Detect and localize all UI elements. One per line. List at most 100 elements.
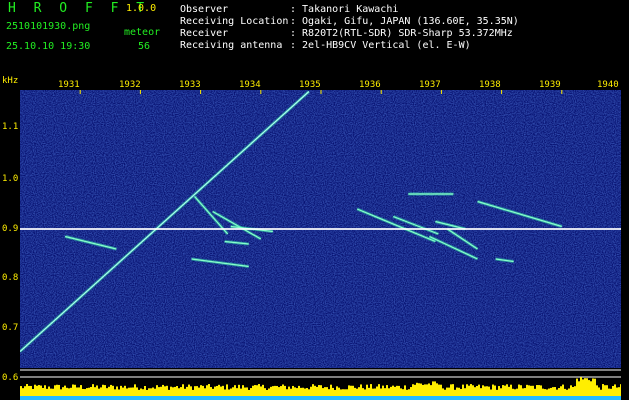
- power-bar: [562, 384, 564, 396]
- power-bar: [516, 388, 518, 396]
- time-tick-1937: 1937: [419, 80, 441, 90]
- power-bar: [160, 386, 162, 396]
- power-bar: [40, 385, 42, 396]
- power-bar: [466, 384, 468, 396]
- power-bar: [170, 386, 172, 396]
- power-bar: [256, 385, 258, 396]
- power-bar: [524, 388, 526, 396]
- power-bar: [204, 388, 206, 396]
- power-bar: [130, 387, 132, 396]
- observer-value: : Takanori Kawachi: [290, 4, 399, 15]
- power-bar: [302, 387, 304, 396]
- power-bar: [580, 377, 582, 396]
- power-bar: [490, 389, 492, 396]
- power-bar: [392, 385, 394, 396]
- power-bar: [96, 385, 98, 396]
- power-bar: [142, 389, 144, 396]
- power-bar: [386, 385, 388, 396]
- power-bar: [440, 384, 442, 396]
- power-bar: [434, 381, 436, 396]
- power-bar: [50, 388, 52, 396]
- power-bar: [546, 389, 548, 396]
- power-bar: [294, 387, 296, 396]
- power-bar: [582, 379, 584, 396]
- power-bar: [530, 385, 532, 396]
- power-bar: [620, 384, 621, 396]
- power-bar: [44, 385, 46, 396]
- power-bar: [214, 386, 216, 396]
- power-bar: [64, 385, 66, 396]
- power-bar: [84, 389, 86, 396]
- power-bar: [338, 387, 340, 396]
- power-bar: [446, 387, 448, 396]
- power-bar: [76, 387, 78, 396]
- power-bar: [350, 385, 352, 396]
- power-bar: [24, 386, 26, 396]
- power-bar: [424, 384, 426, 396]
- power-bar: [506, 384, 508, 396]
- power-bar: [522, 388, 524, 396]
- power-bar: [590, 381, 592, 396]
- power-bar: [542, 388, 544, 396]
- power-bar: [468, 385, 470, 396]
- power-bar: [254, 385, 256, 396]
- power-bar: [484, 386, 486, 396]
- power-bar: [584, 378, 586, 396]
- power-bar: [288, 386, 290, 396]
- power-bar: [286, 389, 288, 396]
- power-bar: [318, 385, 320, 396]
- power-bar: [276, 385, 278, 396]
- power-bar: [88, 387, 90, 396]
- power-bar: [38, 385, 40, 396]
- power-bar: [412, 384, 414, 396]
- power-bar: [362, 388, 364, 396]
- power-bar: [572, 387, 574, 396]
- freq-tick-1-0: 1.0: [2, 174, 19, 184]
- time-tick-1935: 1935: [299, 80, 321, 90]
- power-bar: [400, 388, 402, 396]
- power-bar: [482, 385, 484, 396]
- power-bar: [606, 385, 608, 396]
- power-bar: [374, 388, 376, 396]
- power-bar: [106, 388, 108, 396]
- power-bar: [270, 386, 272, 396]
- freq-tick-0-9: 0.9: [2, 224, 19, 234]
- power-bar: [162, 384, 164, 396]
- power-bar: [304, 388, 306, 396]
- power-bar: [564, 388, 566, 396]
- power-bar: [508, 386, 510, 396]
- power-bar: [558, 388, 560, 396]
- power-bar: [492, 384, 494, 396]
- power-bar: [190, 386, 192, 396]
- power-bar: [378, 384, 380, 396]
- power-bar: [488, 386, 490, 396]
- power-bar: [494, 385, 496, 396]
- power-bar: [604, 385, 606, 396]
- power-bar: [120, 385, 122, 396]
- freq-tick-0-7: 0.7: [2, 323, 19, 333]
- power-bar: [460, 388, 462, 396]
- time-tick-1938: 1938: [479, 80, 501, 90]
- power-bar: [486, 386, 488, 396]
- power-bar: [438, 384, 440, 396]
- power-bar: [342, 389, 344, 396]
- power-bar: [418, 383, 420, 396]
- spectrogram-plot: [20, 90, 621, 400]
- power-bar: [220, 386, 222, 396]
- power-bar: [550, 387, 552, 396]
- power-bar: [42, 387, 44, 396]
- power-bar: [458, 387, 460, 396]
- receiver-value: : R820T2(RTL-SDR) SDR-Sharp 53.372MHz: [290, 28, 513, 39]
- power-bar: [32, 388, 34, 396]
- power-bar: [176, 386, 178, 396]
- time-tick-1933: 1933: [179, 80, 201, 90]
- power-bar: [330, 384, 332, 396]
- power-bar: [610, 388, 612, 396]
- app-version: 1.0.0: [126, 3, 157, 14]
- power-bar: [196, 386, 198, 396]
- power-bar: [172, 387, 174, 396]
- power-bar: [144, 385, 146, 396]
- power-bar: [368, 387, 370, 396]
- power-bar: [262, 384, 264, 396]
- power-bar: [500, 388, 502, 396]
